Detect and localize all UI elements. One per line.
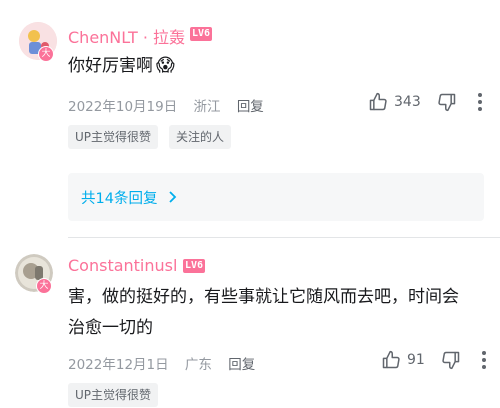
more-button[interactable] (481, 350, 487, 370)
view-replies-label: 共14条回复 (81, 191, 158, 207)
comment-meta: 2022年10月19日 浙江 回复 (68, 95, 276, 115)
chevron-right-icon (169, 191, 177, 203)
comment-location: 浙江 (193, 99, 221, 115)
thumbs-down-icon (442, 351, 460, 370)
thumbs-up-icon (369, 92, 387, 111)
scream-emoji-icon: 😱 (156, 55, 175, 76)
more-vertical-icon (477, 93, 482, 111)
level-badge: LV6 (190, 27, 213, 41)
more-vertical-icon (481, 351, 486, 369)
dislike-button[interactable] (437, 92, 457, 112)
tag-following: 关注的人 (169, 125, 232, 149)
like-count: 91 (407, 352, 425, 368)
comment-text: 害，做的挺好的，有些事就让它随风而去吧，时间会 治愈一切的 (68, 282, 488, 344)
like-button[interactable]: 91 (381, 350, 425, 370)
username[interactable]: Constantinusl (68, 256, 177, 275)
like-count: 343 (394, 94, 421, 110)
reply-button[interactable]: 回复 (237, 99, 264, 115)
thumbs-down-icon (438, 93, 455, 112)
comment-text-body: 你好厉害啊 (68, 56, 153, 76)
comment-location: 广东 (184, 357, 212, 373)
tag-up-liked: UP主觉得很赞 (68, 383, 159, 407)
view-replies-link[interactable]: 共14条回复 (81, 187, 178, 208)
thumbs-up-icon (382, 350, 400, 369)
avatar-badge: 大 (36, 278, 52, 294)
comment-meta: 2022年12月1日 广东 回复 (68, 353, 267, 373)
comment-date: 2022年10月19日 (68, 99, 178, 115)
like-button[interactable]: 343 (368, 92, 421, 112)
comment-text-line-1: 害，做的挺好的，有些事就让它随风而去吧，时间会 (68, 287, 459, 307)
more-button[interactable] (477, 92, 483, 112)
comment-date: 2022年12月1日 (68, 357, 169, 373)
tag-up-liked: UP主觉得很赞 (68, 125, 159, 149)
comment-actions: 343 (368, 92, 483, 112)
comment-text-line-2: 治愈一切的 (68, 318, 153, 338)
divider (68, 237, 500, 238)
view-replies-box[interactable]: 共14条回复 (68, 173, 484, 221)
level-badge: LV6 (183, 259, 206, 273)
comment-text: 你好厉害啊 😱 (68, 50, 175, 82)
reply-button[interactable]: 回复 (228, 357, 255, 373)
username[interactable]: ChenNLT · 拉轰 (68, 24, 185, 48)
avatar-badge: 大 (38, 46, 54, 62)
dislike-button[interactable] (441, 350, 461, 370)
comment-actions: 91 (381, 350, 487, 370)
